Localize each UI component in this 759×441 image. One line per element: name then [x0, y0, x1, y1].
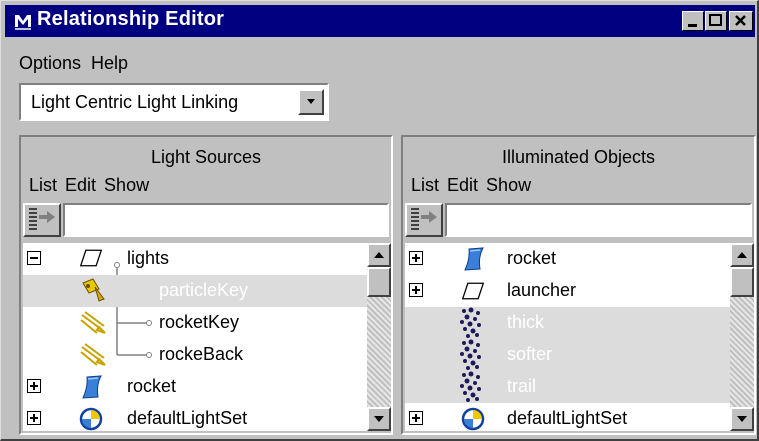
scroll-down-button[interactable] — [730, 407, 754, 431]
title-bar[interactable]: Relationship Editor — [5, 5, 755, 37]
editor-mode-value: Light Centric Light Linking — [31, 92, 239, 112]
vertical-scrollbar[interactable] — [367, 243, 391, 431]
nurbs-surface-icon — [79, 375, 103, 399]
particle-icon — [459, 339, 483, 371]
menu-show[interactable]: Show — [486, 175, 531, 195]
item-label: trail — [507, 376, 537, 396]
menu-show[interactable]: Show — [104, 175, 149, 195]
menu-help[interactable]: Help — [91, 53, 128, 73]
menu-edit[interactable]: Edit — [65, 175, 96, 195]
menu-options[interactable]: Options — [19, 53, 81, 73]
close-icon — [735, 15, 746, 26]
menu-list[interactable]: List — [411, 175, 439, 195]
expand-toggle[interactable] — [409, 283, 423, 297]
panel-menu: List Edit Show — [29, 175, 157, 196]
dropdown-arrow-button[interactable] — [298, 89, 324, 115]
list-item-rockeback[interactable]: rockeBack — [23, 339, 391, 371]
set-icon — [461, 280, 485, 302]
item-label: thick — [507, 312, 545, 332]
panel-title: Light Sources — [150, 147, 262, 167]
panel-menu: List Edit Show — [411, 175, 539, 196]
item-label: softer — [507, 344, 553, 364]
default-set-icon — [461, 407, 485, 431]
directional-light-icon — [79, 341, 107, 369]
item-label: rocket — [507, 248, 557, 268]
scroll-down-button[interactable] — [367, 407, 391, 431]
scrollbar-thumb[interactable] — [367, 267, 391, 297]
list-item-rocketkey[interactable]: rocketKey — [23, 307, 391, 339]
item-label: rockeBack — [159, 344, 244, 364]
list-item-thick[interactable]: thick — [405, 307, 754, 339]
filter-row — [405, 203, 752, 239]
filter-button[interactable] — [405, 203, 443, 237]
filter-input[interactable] — [63, 203, 389, 237]
illuminated-objects-panel: Illuminated Objects List Edit Show rocket — [401, 135, 756, 435]
illuminated-objects-list: rocket launcher thick softer trail defau… — [405, 243, 754, 431]
list-item-trail[interactable]: trail — [405, 371, 754, 403]
light-set-icon — [79, 247, 103, 269]
close-button[interactable] — [729, 11, 753, 31]
filter-button[interactable] — [23, 203, 61, 237]
panel-title: Illuminated Objects — [501, 147, 656, 167]
list-item-lights[interactable]: lights — [23, 243, 391, 275]
filter-icon — [29, 208, 55, 230]
item-label: rocket — [127, 376, 177, 396]
expand-toggle[interactable] — [27, 379, 41, 393]
chevron-up-icon — [737, 252, 747, 258]
expand-toggle[interactable] — [27, 411, 41, 425]
default-set-icon — [79, 407, 103, 431]
expand-toggle[interactable] — [409, 411, 423, 425]
list-item-defaultlightset[interactable]: defaultLightSet — [23, 403, 391, 431]
particle-icon — [459, 371, 483, 403]
light-sources-list: lights particleKey rocketKey rockeBack r… — [23, 243, 391, 431]
item-label: lights — [127, 248, 170, 268]
item-label: rocketKey — [159, 312, 240, 332]
item-label: particleKey — [159, 280, 249, 300]
spotlight-icon — [79, 277, 107, 305]
menu-list[interactable]: List — [29, 175, 57, 195]
filter-input[interactable] — [445, 203, 752, 237]
light-sources-panel: Light Sources List Edit Show lights part… — [19, 135, 393, 435]
maximize-button[interactable] — [705, 11, 727, 31]
list-item-softer[interactable]: softer — [405, 339, 754, 371]
list-item-defaultlightset[interactable]: defaultLightSet — [405, 403, 754, 431]
directional-light-icon — [79, 309, 107, 337]
collapse-toggle[interactable] — [27, 251, 41, 265]
chevron-down-icon — [374, 416, 384, 422]
list-item-particlekey[interactable]: particleKey — [23, 275, 391, 307]
filter-row — [23, 203, 389, 239]
item-label: launcher — [507, 280, 577, 300]
item-label: defaultLightSet — [507, 408, 628, 428]
chevron-down-icon — [307, 99, 315, 104]
list-item-rocket[interactable]: rocket — [405, 243, 754, 275]
expand-toggle[interactable] — [409, 251, 423, 265]
menu-edit[interactable]: Edit — [447, 175, 478, 195]
relationship-editor-window: Relationship Editor Options Help Light Ce… — [0, 0, 759, 441]
scroll-up-button[interactable] — [367, 243, 391, 267]
maya-app-icon[interactable] — [13, 11, 33, 31]
scroll-up-button[interactable] — [730, 243, 754, 267]
filter-icon — [411, 208, 437, 230]
menu-bar: Options Help — [19, 53, 138, 77]
chevron-down-icon — [737, 416, 747, 422]
list-item-launcher[interactable]: launcher — [405, 275, 754, 307]
window-title: Relationship Editor — [37, 8, 225, 30]
chevron-up-icon — [374, 252, 384, 258]
nurbs-surface-icon — [461, 247, 485, 271]
particle-icon — [459, 307, 483, 339]
minimize-button[interactable] — [682, 11, 704, 31]
item-label: defaultLightSet — [127, 408, 248, 428]
vertical-scrollbar[interactable] — [730, 243, 754, 431]
editor-mode-dropdown[interactable]: Light Centric Light Linking — [19, 83, 329, 121]
scrollbar-thumb[interactable] — [730, 267, 754, 297]
list-item-rocket[interactable]: rocket — [23, 371, 391, 403]
